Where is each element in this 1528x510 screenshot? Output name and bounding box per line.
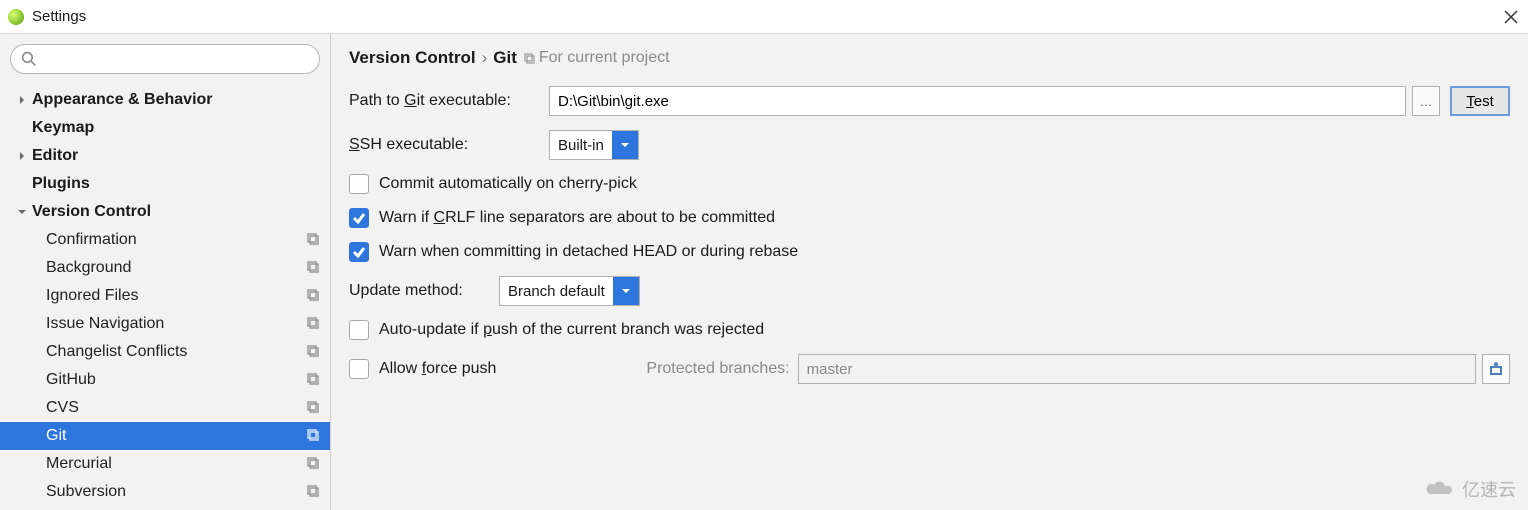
sidebar-item-subversion[interactable]: Subversion [0, 478, 330, 506]
git-path-input[interactable] [549, 86, 1406, 116]
sidebar-item-background[interactable]: Background [0, 254, 330, 282]
watermark: 亿速云 [1424, 476, 1516, 502]
sidebar-item-label: Appearance & Behavior [32, 91, 213, 109]
scope-hint: For current project [523, 49, 670, 67]
sidebar-item-keymap[interactable]: Keymap [0, 114, 330, 142]
titlebar: Settings [0, 0, 1528, 34]
breadcrumb-sep: › [482, 48, 488, 68]
protected-branches-input [798, 354, 1476, 384]
cloud-icon [1424, 480, 1458, 498]
settings-tree: Appearance & Behavior Keymap Editor Plugins… [0, 80, 330, 506]
project-scope-icon [306, 288, 320, 307]
sidebar-item-git[interactable]: Git [0, 422, 330, 450]
project-scope-icon [306, 260, 320, 279]
search-icon [21, 51, 37, 67]
crlf-warn-row: Warn if CRLF line separators are about t… [349, 208, 1510, 228]
chevron-down-icon [613, 277, 639, 305]
sidebar-item-issue-navigation[interactable]: Issue Navigation [0, 310, 330, 338]
git-path-label: Path to Git executable: [349, 92, 549, 110]
crlf-warn-label: Warn if CRLF line separators are about t… [379, 209, 775, 227]
sidebar-item-label: Issue Navigation [46, 315, 164, 333]
search-field[interactable] [10, 44, 320, 74]
project-scope-icon [306, 400, 320, 419]
expand-input-button[interactable] [1482, 354, 1510, 384]
cherry-pick-row: Commit automatically on cherry-pick [349, 174, 1510, 194]
sidebar-item-label: Confirmation [46, 231, 137, 249]
breadcrumb: Version Control › Git For current projec… [349, 48, 1510, 68]
update-method-combobox[interactable]: Branch default [499, 276, 640, 306]
project-scope-icon [306, 428, 320, 447]
copy-icon [523, 52, 535, 64]
content: Appearance & Behavior Keymap Editor Plugins… [0, 34, 1528, 510]
cherry-pick-label: Commit automatically on cherry-pick [379, 175, 637, 193]
sidebar-item-changelist-conflicts[interactable]: Changelist Conflicts [0, 338, 330, 366]
ssh-label: SSH executable: [349, 136, 549, 154]
ssh-combobox[interactable]: Built-in [549, 130, 639, 160]
sidebar-item-label: Changelist Conflicts [46, 343, 187, 361]
test-button[interactable]: Test [1450, 86, 1510, 116]
auto-update-push-row: Auto-update if push of the current branc… [349, 320, 1510, 340]
breadcrumb-root: Version Control [349, 48, 476, 68]
force-push-checkbox[interactable] [349, 359, 369, 379]
chevron-down-icon [612, 131, 638, 159]
sidebar-item-cvs[interactable]: CVS [0, 394, 330, 422]
protected-branches-label: Protected branches: [646, 360, 789, 378]
sidebar-item-plugins[interactable]: Plugins [0, 170, 330, 198]
update-method-row: Update method: Branch default [349, 276, 1510, 306]
project-scope-icon [306, 456, 320, 475]
project-scope-icon [306, 344, 320, 363]
force-push-row: Allow force push Protected branches: [349, 354, 1510, 384]
chevron-right-icon [12, 95, 32, 105]
window-title: Settings [32, 8, 1502, 25]
sidebar-item-github[interactable]: GitHub [0, 366, 330, 394]
detached-warn-checkbox[interactable] [349, 242, 369, 262]
auto-update-push-checkbox[interactable] [349, 320, 369, 340]
project-scope-icon [306, 316, 320, 335]
force-push-label: Allow force push [379, 360, 496, 378]
sidebar-item-label: GitHub [46, 371, 96, 389]
chevron-right-icon [12, 151, 32, 161]
sidebar-item-appearance-behavior[interactable]: Appearance & Behavior [0, 86, 330, 114]
git-path-row: Path to Git executable: … Test [349, 86, 1510, 116]
sidebar-item-label: Plugins [32, 175, 90, 193]
sidebar-item-label: Version Control [32, 203, 151, 221]
project-scope-icon [306, 232, 320, 251]
sidebar-item-version-control[interactable]: Version Control [0, 198, 330, 226]
breadcrumb-leaf: Git [493, 48, 517, 68]
app-icon [8, 9, 24, 25]
sidebar-item-confirmation[interactable]: Confirmation [0, 226, 330, 254]
sidebar-item-label: Background [46, 259, 131, 277]
main-panel: Version Control › Git For current projec… [331, 34, 1528, 510]
project-scope-icon [306, 484, 320, 503]
sidebar-item-editor[interactable]: Editor [0, 142, 330, 170]
project-scope-icon [306, 372, 320, 391]
sidebar-item-label: Git [46, 427, 66, 445]
update-method-label: Update method: [349, 282, 499, 300]
ssh-row: SSH executable: Built-in [349, 130, 1510, 160]
detached-warn-label: Warn when committing in detached HEAD or… [379, 243, 798, 261]
settings-sidebar: Appearance & Behavior Keymap Editor Plugins… [0, 34, 331, 510]
sidebar-item-label: Ignored Files [46, 287, 139, 305]
sidebar-item-label: Subversion [46, 483, 126, 501]
sidebar-item-label: CVS [46, 399, 79, 417]
sidebar-item-mercurial[interactable]: Mercurial [0, 450, 330, 478]
detached-warn-row: Warn when committing in detached HEAD or… [349, 242, 1510, 262]
crlf-warn-checkbox[interactable] [349, 208, 369, 228]
chevron-down-icon [12, 207, 32, 217]
sidebar-item-label: Keymap [32, 119, 94, 137]
auto-update-push-label: Auto-update if push of the current branc… [379, 321, 764, 339]
browse-button[interactable]: … [1412, 86, 1440, 116]
sidebar-item-ignored-files[interactable]: Ignored Files [0, 282, 330, 310]
cherry-pick-checkbox[interactable] [349, 174, 369, 194]
sidebar-item-label: Mercurial [46, 455, 112, 473]
search-input[interactable] [43, 51, 309, 68]
close-button[interactable] [1502, 8, 1520, 26]
sidebar-item-label: Editor [32, 147, 78, 165]
